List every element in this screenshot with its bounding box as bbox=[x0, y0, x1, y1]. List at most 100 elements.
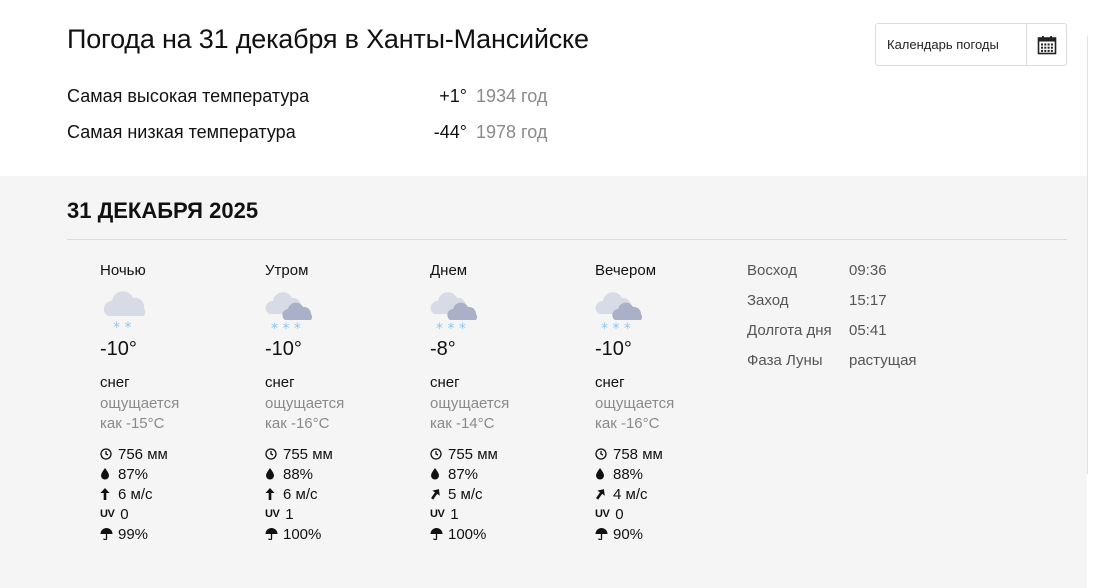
clock-icon bbox=[430, 448, 444, 460]
humidity-stat: 88% bbox=[265, 464, 415, 484]
precip-stat: 90% bbox=[595, 524, 745, 544]
sunset-row: Заход 15:17 bbox=[747, 292, 997, 322]
sunrise-row: Восход 09:36 bbox=[747, 262, 997, 292]
day-forecast-section: 31 ДЕКАБРЯ 2025 Ночью * * -10° снег ощущ… bbox=[0, 176, 1087, 588]
period-condition: снег bbox=[430, 374, 460, 391]
wind-stat: 4 м/с bbox=[595, 484, 745, 504]
period-morning: Утром * * * -10° снег ощущается как -16°… bbox=[265, 262, 415, 544]
clock-icon bbox=[265, 448, 279, 460]
umbrella-icon bbox=[595, 528, 609, 540]
scroll-divider bbox=[1087, 36, 1088, 474]
pressure-stat: 758 мм bbox=[595, 444, 745, 464]
umbrella-icon bbox=[430, 528, 444, 540]
divider bbox=[67, 239, 1067, 240]
cloud-snow-icon: * * * bbox=[595, 286, 655, 337]
arrow-up-icon bbox=[265, 488, 279, 500]
sun-value: 09:36 bbox=[849, 262, 887, 279]
humidity-stat: 87% bbox=[430, 464, 580, 484]
uv-stat: UV 1 bbox=[430, 504, 580, 524]
day-length-row: Долгота дня 05:41 bbox=[747, 322, 997, 352]
moon-phase-row: Фаза Луны растущая bbox=[747, 352, 997, 382]
calendar-icon[interactable] bbox=[1026, 24, 1066, 65]
humidity-value: 88% bbox=[283, 465, 314, 483]
record-year: 1978 год bbox=[476, 122, 548, 142]
record-year: 1934 год bbox=[476, 86, 548, 106]
uv-label: UV bbox=[430, 508, 445, 520]
record-label: Самая низкая температура bbox=[67, 122, 296, 142]
clock-icon bbox=[100, 448, 114, 460]
svg-text:* * *: * * * bbox=[436, 321, 466, 336]
cloud-snow-icon: * * * bbox=[430, 286, 490, 337]
uv-label: UV bbox=[265, 508, 280, 520]
humidity-stat: 87% bbox=[100, 464, 250, 484]
sun-value: растущая bbox=[849, 352, 917, 369]
precip-stat: 99% bbox=[100, 524, 250, 544]
period-name: Вечером bbox=[595, 262, 657, 279]
humidity-stat: 88% bbox=[595, 464, 745, 484]
uv-stat: UV 1 bbox=[265, 504, 415, 524]
svg-text:* * *: * * * bbox=[601, 321, 631, 336]
period-temperature: -10° bbox=[595, 338, 632, 360]
arrow-up-icon bbox=[100, 488, 114, 500]
sun-value: 05:41 bbox=[849, 322, 887, 339]
droplet-icon bbox=[595, 468, 609, 480]
humidity-value: 87% bbox=[118, 465, 149, 483]
uv-label: UV bbox=[595, 508, 610, 520]
droplet-icon bbox=[430, 468, 444, 480]
period-condition: снег bbox=[100, 374, 130, 391]
wind-stat: 6 м/с bbox=[100, 484, 250, 504]
sun-label: Фаза Луны bbox=[747, 352, 823, 369]
period-name: Ночью bbox=[100, 262, 146, 279]
header-section: Погода на 31 декабря в Ханты-Мансийске С… bbox=[0, 0, 1094, 176]
uv-stat: UV 0 bbox=[100, 504, 250, 524]
sun-label: Заход bbox=[747, 292, 789, 309]
precip-value: 99% bbox=[118, 525, 149, 543]
droplet-icon bbox=[100, 468, 114, 480]
uv-value: 1 bbox=[285, 505, 294, 523]
sun-label: Долгота дня bbox=[747, 322, 832, 339]
wind-stat: 5 м/с bbox=[430, 484, 580, 504]
period-evening: Вечером * * * -10° снег ощущается как -1… bbox=[595, 262, 745, 544]
clock-icon bbox=[595, 448, 609, 460]
period-condition: снег bbox=[595, 374, 625, 391]
uv-stat: UV 0 bbox=[595, 504, 745, 524]
period-name: Утром bbox=[265, 262, 309, 279]
wind-stat: 6 м/с bbox=[265, 484, 415, 504]
pressure-stat: 756 мм bbox=[100, 444, 250, 464]
umbrella-icon bbox=[265, 528, 279, 540]
uv-value: 1 bbox=[450, 505, 459, 523]
precip-value: 100% bbox=[283, 525, 322, 543]
feels-like-label: ощущается bbox=[595, 395, 675, 412]
feels-like-value: как -14°C bbox=[430, 415, 495, 432]
wind-value: 5 м/с bbox=[448, 485, 483, 503]
feels-like-value: как -16°C bbox=[265, 415, 330, 432]
sun-info: Восход 09:36 Заход 15:17 Долгота дня 05:… bbox=[747, 262, 997, 382]
precip-value: 100% bbox=[448, 525, 487, 543]
humidity-value: 88% bbox=[613, 465, 644, 483]
weather-calendar-button[interactable]: Календарь погоды bbox=[875, 23, 1067, 66]
feels-like-label: ощущается bbox=[265, 395, 345, 412]
humidity-value: 87% bbox=[448, 465, 479, 483]
wind-value: 6 м/с bbox=[118, 485, 153, 503]
forecast-date: 31 ДЕКАБРЯ 2025 bbox=[67, 198, 259, 223]
period-temperature: -10° bbox=[265, 338, 302, 360]
period-temperature: -8° bbox=[430, 338, 456, 360]
svg-text:* *: * * bbox=[113, 320, 131, 336]
sun-value: 15:17 bbox=[849, 292, 887, 309]
pressure-value: 755 мм bbox=[283, 445, 333, 463]
svg-text:* * *: * * * bbox=[271, 321, 301, 336]
period-condition: снег bbox=[265, 374, 295, 391]
period-night: Ночью * * -10° снег ощущается как -15°C … bbox=[100, 262, 250, 544]
precip-stat: 100% bbox=[265, 524, 415, 544]
period-day: Днем * * * -8° снег ощущается как -14°C … bbox=[430, 262, 580, 544]
cloud-light-snow-icon: * * bbox=[100, 286, 160, 336]
pressure-value: 758 мм bbox=[613, 445, 663, 463]
sun-label: Восход bbox=[747, 262, 797, 279]
droplet-icon bbox=[265, 468, 279, 480]
wind-value: 4 м/с bbox=[613, 485, 648, 503]
precip-stat: 100% bbox=[430, 524, 580, 544]
period-temperature: -10° bbox=[100, 338, 137, 360]
record-value: -44° bbox=[433, 122, 467, 142]
weather-calendar-label[interactable]: Календарь погоды bbox=[876, 37, 1026, 52]
precip-value: 90% bbox=[613, 525, 644, 543]
